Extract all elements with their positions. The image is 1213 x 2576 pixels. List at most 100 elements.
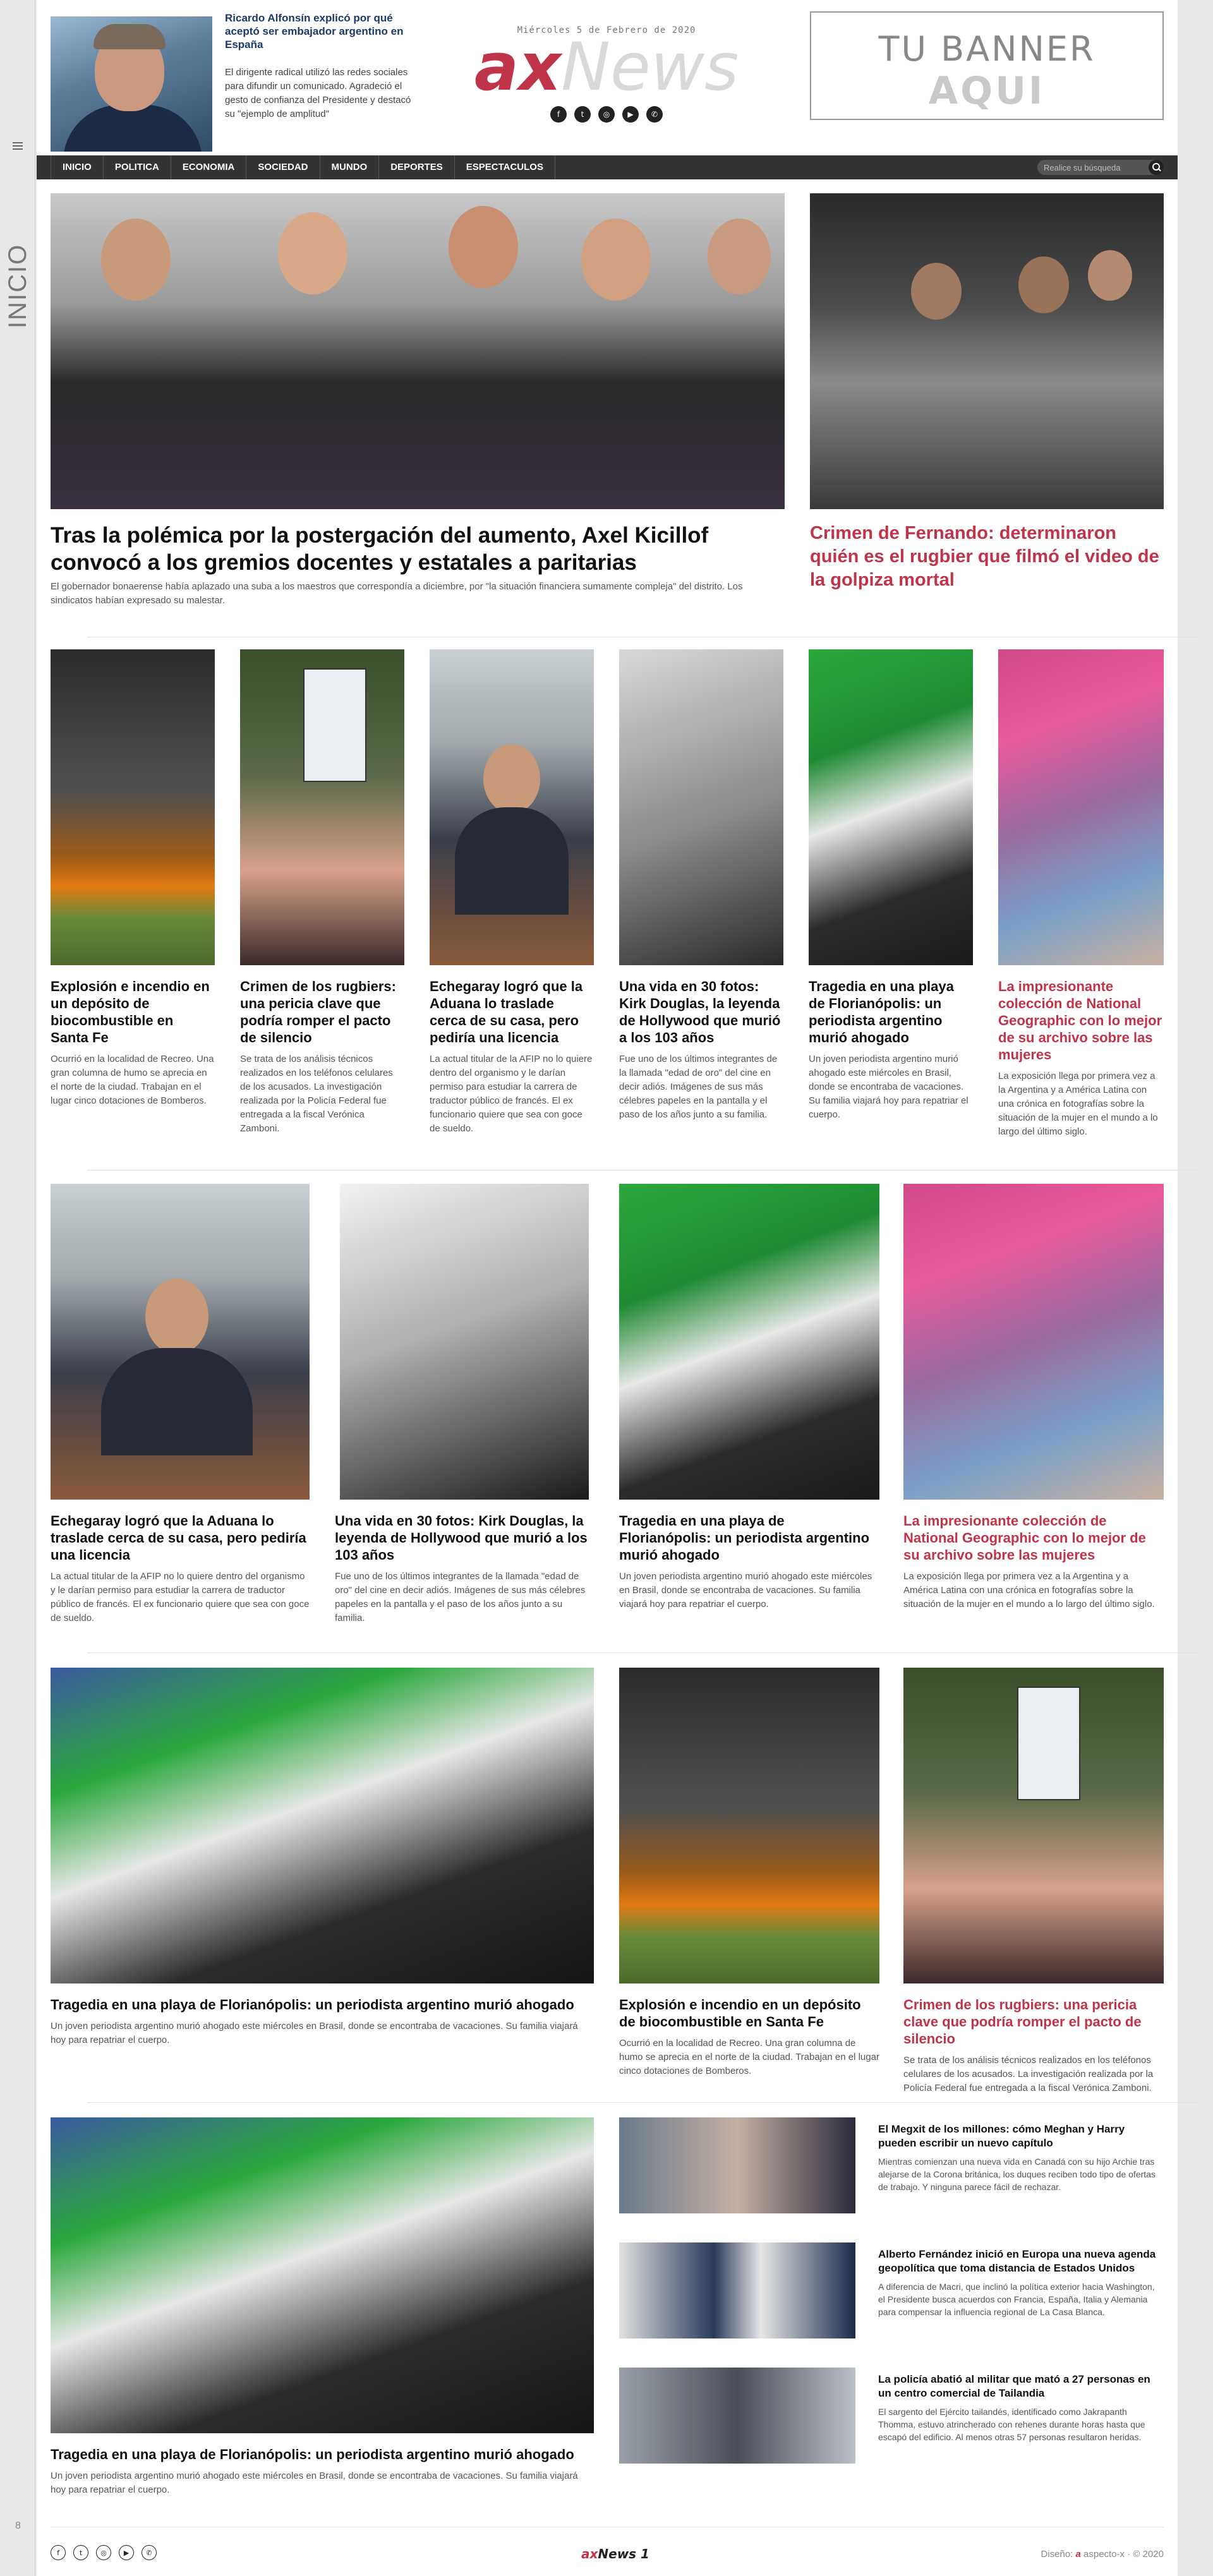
nav-item-deportes[interactable]: DEPORTES bbox=[379, 155, 455, 179]
card-title[interactable]: Echegaray logró que la Aduana lo traslad… bbox=[430, 978, 594, 1046]
card-photo[interactable] bbox=[619, 649, 783, 965]
twitter-icon[interactable]: t bbox=[73, 2545, 88, 2560]
nav-item-politica[interactable]: POLITICA bbox=[104, 155, 171, 179]
card-photo[interactable] bbox=[51, 2117, 594, 2433]
header-featured-story[interactable]: Ricardo Alfonsín explicó por qué aceptó … bbox=[51, 11, 430, 152]
site-logo[interactable]: axNews bbox=[468, 34, 745, 100]
news-card[interactable]: La impresionante colección de National G… bbox=[903, 1512, 1164, 1611]
twitter-icon[interactable]: t bbox=[574, 106, 591, 123]
whatsapp-icon[interactable]: ✆ bbox=[142, 2545, 157, 2560]
card-title[interactable]: Una vida en 30 fotos: Kirk Douglas, la l… bbox=[619, 978, 783, 1046]
aspecto-x-logo-icon: a bbox=[1075, 2549, 1081, 2560]
nav-item-inicio[interactable]: INICIO bbox=[51, 155, 104, 179]
nav-item-sociedad[interactable]: SOCIEDAD bbox=[246, 155, 320, 179]
credit-prefix: Diseño: bbox=[1041, 2549, 1073, 2560]
list-item-title[interactable]: La policía abatió al militar que mató a … bbox=[878, 2373, 1164, 2400]
design-credit[interactable]: Diseño: a aspecto-x · © 2020 bbox=[1041, 2549, 1164, 2560]
page: Ricardo Alfonsín explicó por qué aceptó … bbox=[37, 0, 1200, 2576]
card-title[interactable]: Tragedia en una playa de Florianópolis: … bbox=[51, 1996, 594, 2013]
facebook-icon[interactable]: f bbox=[51, 2545, 66, 2560]
hamburger-menu-icon[interactable] bbox=[13, 140, 23, 152]
card-title[interactable]: Crimen de los rugbiers: una pericia clav… bbox=[240, 978, 404, 1046]
list-item-photo[interactable] bbox=[619, 2117, 855, 2213]
whatsapp-icon[interactable]: ✆ bbox=[646, 106, 663, 123]
youtube-icon[interactable]: ▶ bbox=[119, 2545, 134, 2560]
list-item-photo[interactable] bbox=[619, 2242, 855, 2338]
list-item[interactable]: Alberto Fernández inició en Europa una n… bbox=[878, 2248, 1164, 2318]
news-card[interactable]: Explosión e incendio en un depósito de b… bbox=[619, 1996, 879, 2078]
nav-item-economia[interactable]: ECONOMIA bbox=[171, 155, 247, 179]
card-photo[interactable] bbox=[998, 649, 1164, 965]
instagram-icon[interactable]: ◎ bbox=[598, 106, 615, 123]
card-summary: Un joven periodista argentino murió ahog… bbox=[619, 1571, 872, 1610]
list-item[interactable]: El Megxit de los millones: cómo Meghan y… bbox=[878, 2122, 1164, 2193]
news-card[interactable]: Echegaray logró que la Aduana lo traslad… bbox=[51, 1512, 310, 1625]
card-photo[interactable] bbox=[619, 1184, 879, 1500]
credit-name: aspecto-x bbox=[1083, 2549, 1125, 2560]
card-title[interactable]: Explosión e incendio en un depósito de b… bbox=[51, 978, 215, 1046]
card-photo[interactable] bbox=[619, 1668, 879, 1983]
header: Ricardo Alfonsín explicó por qué aceptó … bbox=[51, 0, 1164, 155]
news-card[interactable]: Tragedia en una playa de Florianópolis: … bbox=[51, 1996, 594, 2047]
header-story-photo[interactable] bbox=[51, 16, 212, 152]
card-summary: Fue uno de los últimos integrantes de la… bbox=[335, 1571, 586, 1623]
news-card[interactable]: Una vida en 30 fotos: Kirk Douglas, la l… bbox=[335, 1512, 594, 1625]
card-title[interactable]: Tragedia en una playa de Florianópolis: … bbox=[809, 978, 973, 1046]
news-card[interactable]: Una vida en 30 fotos: Kirk Douglas, la l… bbox=[619, 978, 783, 1122]
card-photo[interactable] bbox=[903, 1184, 1164, 1500]
footer-logo[interactable]: axNews 1 bbox=[581, 2546, 649, 2561]
card-title[interactable]: Una vida en 30 fotos: Kirk Douglas, la l… bbox=[335, 1512, 594, 1563]
card-summary: Fue uno de los últimos integrantes de la… bbox=[619, 1054, 778, 1120]
hero-main-photo[interactable] bbox=[51, 193, 785, 509]
news-card[interactable]: Explosión e incendio en un depósito de b… bbox=[51, 978, 215, 1108]
card-title[interactable]: La impresionante colección de National G… bbox=[903, 1512, 1164, 1563]
news-row-3: Tragedia en una playa de Florianópolis: … bbox=[51, 1668, 1164, 2097]
left-rail: INICIO 8 bbox=[0, 0, 35, 2576]
footer-social-links: f t ◎ ▶ ✆ bbox=[51, 2545, 157, 2560]
hero-main-title[interactable]: Tras la polémica por la postergación del… bbox=[51, 522, 785, 576]
header-story-title[interactable]: Ricardo Alfonsín explicó por qué aceptó … bbox=[225, 11, 421, 51]
list-item-summary: A diferencia de Macri, que inclinó la po… bbox=[878, 2282, 1155, 2317]
instagram-icon[interactable]: ◎ bbox=[96, 2545, 111, 2560]
list-item-title[interactable]: Alberto Fernández inició en Europa una n… bbox=[878, 2248, 1164, 2275]
card-photo[interactable] bbox=[51, 1668, 594, 1983]
card-photo[interactable] bbox=[340, 1184, 589, 1500]
card-title[interactable]: Tragedia en una playa de Florianópolis: … bbox=[51, 2446, 594, 2463]
news-card[interactable]: Tragedia en una playa de Florianópolis: … bbox=[809, 978, 973, 1122]
card-title[interactable]: Crimen de los rugbiers: una pericia clav… bbox=[903, 1996, 1164, 2047]
hero-side-title[interactable]: Crimen de Fernando: determinaron quién e… bbox=[810, 522, 1164, 592]
facebook-icon[interactable]: f bbox=[550, 106, 567, 123]
card-photo[interactable] bbox=[51, 649, 215, 965]
card-photo[interactable] bbox=[51, 1184, 310, 1500]
nav-item-espectaculos[interactable]: ESPECTACULOS bbox=[455, 155, 555, 179]
news-card[interactable]: Tragedia en una playa de Florianópolis: … bbox=[51, 2446, 594, 2497]
card-photo[interactable] bbox=[240, 649, 404, 965]
news-card[interactable]: Crimen de los rugbiers: una pericia clav… bbox=[240, 978, 404, 1136]
divider bbox=[87, 1170, 1200, 1171]
credit-year: · © 2020 bbox=[1127, 2549, 1164, 2560]
youtube-icon[interactable]: ▶ bbox=[622, 106, 639, 123]
search-input[interactable] bbox=[1044, 162, 1138, 173]
masthead: Miércoles 5 de Febrero de 2020 axNews f … bbox=[468, 25, 745, 123]
card-photo[interactable] bbox=[809, 649, 973, 965]
card-title[interactable]: Tragedia en una playa de Florianópolis: … bbox=[619, 1512, 879, 1563]
news-card[interactable]: Crimen de los rugbiers: una pericia clav… bbox=[903, 1996, 1164, 2095]
nav-item-mundo[interactable]: MUNDO bbox=[320, 155, 380, 179]
card-summary: Un joven periodista argentino murió ahog… bbox=[51, 2021, 578, 2045]
news-card[interactable]: Echegaray logró que la Aduana lo traslad… bbox=[430, 978, 594, 1136]
hero-side-photo[interactable] bbox=[810, 193, 1164, 509]
card-title[interactable]: La impresionante colección de National G… bbox=[998, 978, 1164, 1063]
search-icon[interactable] bbox=[1149, 160, 1164, 175]
card-photo[interactable] bbox=[430, 649, 594, 965]
news-card[interactable]: La impresionante colección de National G… bbox=[998, 978, 1164, 1139]
card-title[interactable]: Explosión e incendio en un depósito de b… bbox=[619, 1996, 879, 2030]
list-item-title[interactable]: El Megxit de los millones: cómo Meghan y… bbox=[878, 2122, 1164, 2150]
list-item[interactable]: La policía abatió al militar que mató a … bbox=[878, 2373, 1164, 2443]
page-number: 8 bbox=[15, 2520, 21, 2531]
card-photo[interactable] bbox=[903, 1668, 1164, 1983]
ad-banner[interactable]: TU BANNER AQUI bbox=[810, 11, 1164, 120]
list-item-photo[interactable] bbox=[619, 2368, 855, 2464]
card-summary: La exposición llega por primera vez a la… bbox=[903, 1571, 1155, 1610]
news-card[interactable]: Tragedia en una playa de Florianópolis: … bbox=[619, 1512, 879, 1611]
card-title[interactable]: Echegaray logró que la Aduana lo traslad… bbox=[51, 1512, 310, 1563]
